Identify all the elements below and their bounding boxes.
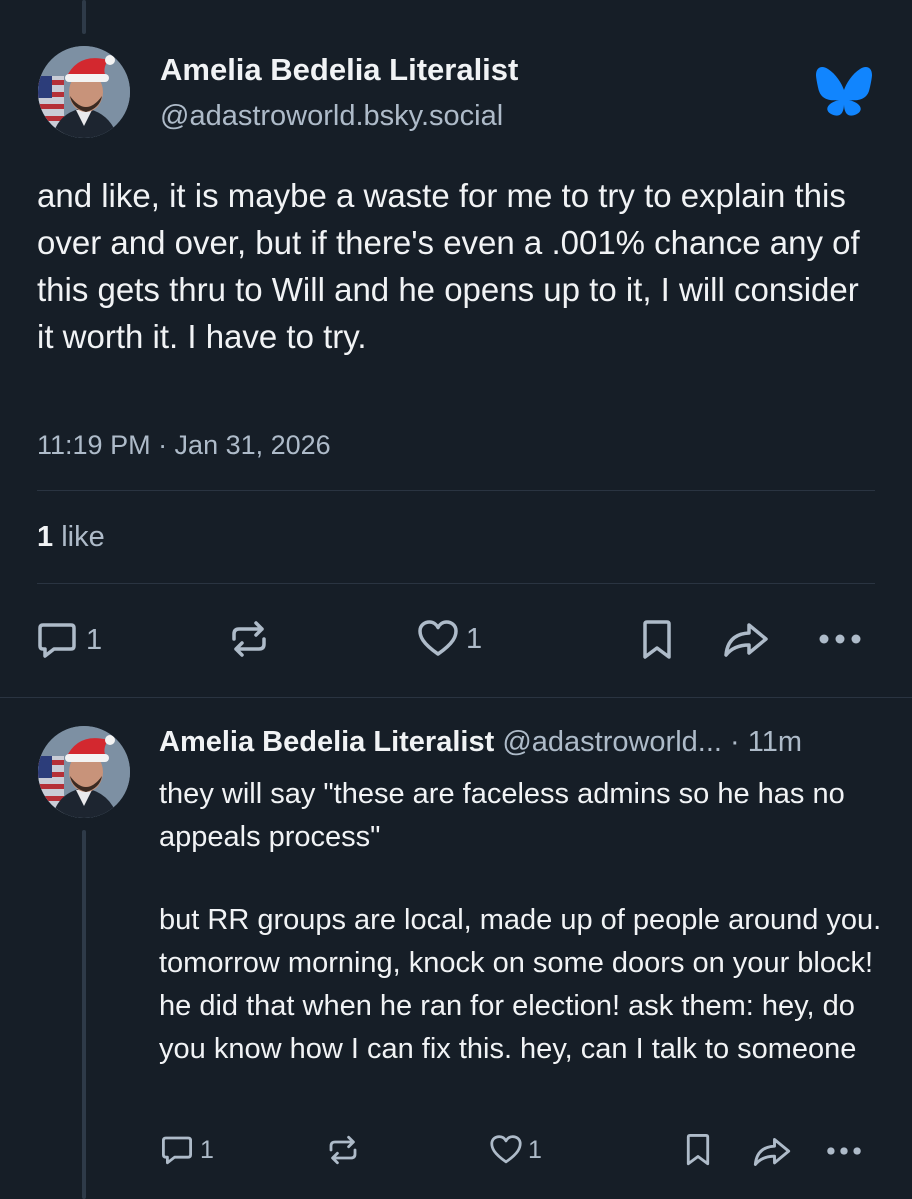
reply-button[interactable]: 1 bbox=[160, 1134, 214, 1166]
thread-line-top bbox=[82, 0, 86, 34]
like-button[interactable]: 1 bbox=[418, 620, 482, 658]
like-count: 1 bbox=[528, 1135, 542, 1164]
repost-button[interactable] bbox=[326, 1134, 360, 1166]
reply-count: 1 bbox=[86, 623, 103, 656]
divider bbox=[37, 583, 875, 584]
likes-label: like bbox=[61, 521, 105, 553]
reply-count: 1 bbox=[200, 1135, 214, 1164]
reply-icon bbox=[38, 623, 76, 658]
likes-count: 1 bbox=[37, 521, 54, 553]
post-text: and like, it is maybe a waste for me to … bbox=[37, 177, 860, 355]
author-name[interactable]: Amelia Bedelia Literalist bbox=[159, 726, 494, 758]
thread-line-reply bbox=[82, 830, 86, 1199]
author-handle[interactable]: @adastroworld.bsky.social bbox=[160, 100, 503, 133]
author-handle[interactable]: @adastroworld... bbox=[502, 726, 722, 758]
more-options-button[interactable] bbox=[826, 1146, 862, 1156]
repost-button[interactable] bbox=[228, 619, 270, 659]
like-count: 1 bbox=[466, 622, 483, 655]
share-icon bbox=[753, 1138, 791, 1166]
bluesky-butterfly-icon[interactable] bbox=[816, 66, 872, 121]
reply-text-paragraph: but RR groups are local, made up of peop… bbox=[159, 904, 882, 1065]
post-separator bbox=[0, 697, 912, 698]
avatar-image bbox=[38, 46, 130, 138]
ellipsis-icon bbox=[827, 1147, 861, 1155]
author-name[interactable]: Amelia Bedelia Literalist bbox=[160, 52, 518, 88]
reply-header: Amelia Bedelia Literalist @adastroworld.… bbox=[159, 726, 879, 759]
post-timestamp[interactable]: 11:19 PM · Jan 31, 2026 bbox=[37, 430, 331, 461]
more-options-button[interactable] bbox=[818, 633, 862, 645]
reply-button[interactable]: 1 bbox=[36, 620, 102, 660]
like-button[interactable]: 1 bbox=[490, 1135, 542, 1165]
bookmark-icon bbox=[643, 620, 671, 659]
avatar[interactable] bbox=[38, 726, 130, 818]
heart-icon bbox=[490, 1135, 522, 1164]
avatar-image bbox=[38, 726, 130, 818]
repost-icon bbox=[232, 621, 266, 657]
reply-text-paragraph: they will say "these are faceless admins… bbox=[159, 778, 845, 853]
ellipsis-icon bbox=[819, 634, 861, 644]
reply-icon bbox=[161, 1136, 192, 1165]
likes-summary[interactable]: 1 like bbox=[37, 521, 105, 554]
post-time-ago[interactable]: · 11m bbox=[730, 726, 802, 758]
bookmark-button[interactable] bbox=[684, 1133, 712, 1167]
bookmark-button[interactable] bbox=[640, 619, 674, 661]
share-icon bbox=[724, 623, 768, 657]
share-button[interactable] bbox=[722, 621, 770, 659]
divider bbox=[37, 490, 875, 491]
share-button[interactable] bbox=[752, 1136, 792, 1168]
avatar[interactable] bbox=[38, 46, 130, 138]
repost-icon bbox=[329, 1135, 357, 1165]
bookmark-icon bbox=[686, 1134, 710, 1166]
heart-icon bbox=[418, 620, 458, 656]
